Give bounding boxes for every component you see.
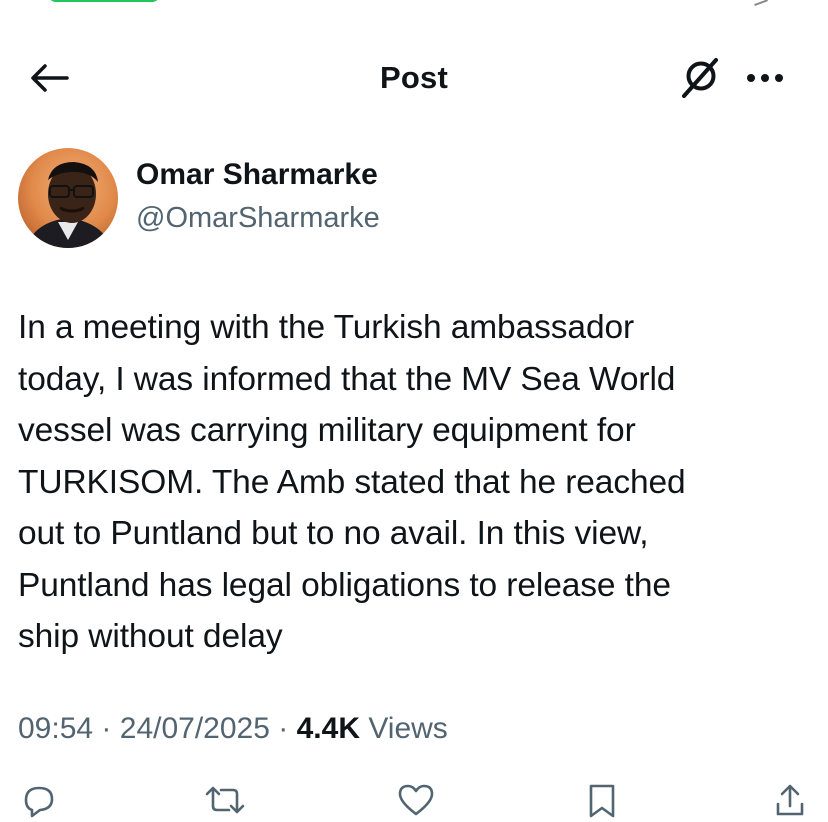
status-mark: [750, 0, 768, 6]
action-bar: [0, 782, 828, 822]
post-header: Post: [0, 52, 828, 104]
reply-button[interactable]: [20, 782, 58, 822]
post-meta: 09:54 · 24/07/2025 · 4.4K Views: [18, 712, 448, 746]
post-date: 24/07/2025: [119, 712, 270, 745]
author-handle[interactable]: @OmarSharmarke: [136, 202, 380, 235]
heart-icon: [398, 784, 434, 816]
reply-icon: [24, 786, 54, 818]
post-time: 09:54: [18, 712, 94, 745]
views-label[interactable]: Views: [368, 712, 447, 745]
repost-button[interactable]: [203, 782, 247, 822]
author-block: Omar Sharmarke @OmarSharmarke: [18, 148, 718, 250]
more-dots-icon: [747, 74, 783, 82]
grok-icon: [682, 58, 718, 98]
meta-separator: ·: [101, 712, 112, 745]
share-button[interactable]: [772, 782, 808, 822]
avatar-image: [18, 148, 118, 248]
meta-separator: ·: [278, 712, 289, 745]
like-button[interactable]: [396, 782, 436, 822]
views-count[interactable]: 4.4K: [297, 712, 360, 745]
status-indicator: [48, 0, 160, 2]
repost-icon: [205, 786, 245, 814]
author-display-name[interactable]: Omar Sharmarke: [136, 158, 378, 192]
post-text: In a meeting with the Turkish ambassador…: [18, 309, 686, 655]
more-button[interactable]: [740, 58, 790, 98]
share-icon: [776, 784, 804, 816]
grok-button[interactable]: [677, 56, 723, 100]
avatar[interactable]: [18, 148, 118, 248]
bookmark-icon: [589, 784, 615, 818]
bookmark-button[interactable]: [585, 782, 619, 822]
